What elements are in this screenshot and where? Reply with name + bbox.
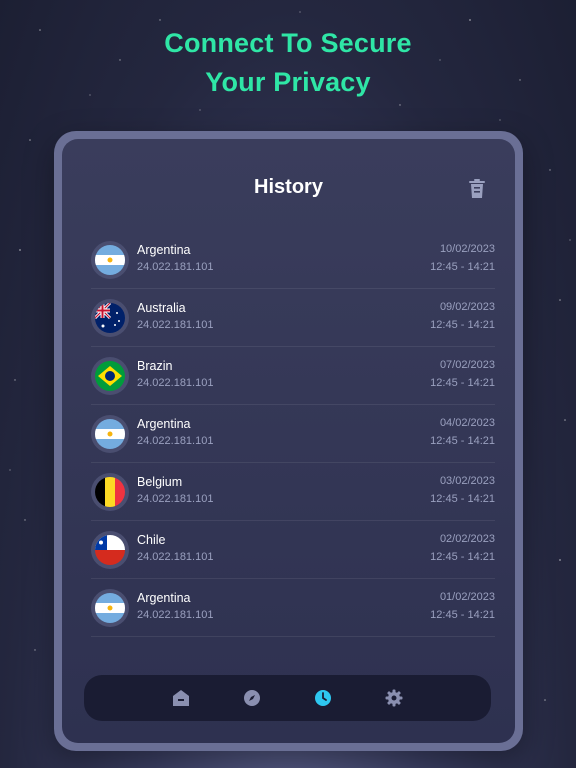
session-time: 12:45 - 14:21 (430, 493, 495, 505)
ip-address: 24.022.181.101 (137, 435, 214, 447)
device-frame: History Argentina 24.022.181.101 10/02/202… (54, 131, 523, 751)
headline-line-2: Your Privacy (205, 67, 371, 97)
session-date: 03/02/2023 (439, 475, 495, 487)
argentina-flag-icon (95, 419, 125, 449)
belgium-flag-icon (95, 477, 125, 507)
argentina-flag-icon (95, 593, 125, 623)
session-time: 12:45 - 14:21 (430, 609, 495, 621)
country-name: Argentina (137, 417, 191, 431)
ip-address: 24.022.181.101 (137, 551, 214, 563)
country-name: Argentina (137, 591, 191, 605)
history-row[interactable]: Australia 24.022.181.101 09/02/2023 12:45 -… (91, 289, 495, 347)
headline-line-1: Connect To Secure (164, 28, 412, 58)
history-list: Argentina 24.022.181.101 10/02/2023 12:45 -… (91, 231, 495, 637)
history-row[interactable]: Argentina 24.022.181.101 01/02/2023 12:45 -… (91, 579, 495, 637)
chile-flag-icon (95, 535, 125, 565)
session-date: 04/02/2023 (439, 417, 495, 429)
page-title: History (254, 176, 323, 198)
australia-flag-icon (95, 303, 125, 333)
country-name: Belgium (137, 475, 183, 489)
country-name: Argentina (137, 243, 191, 257)
brazil-flag-icon (95, 361, 125, 391)
flag-avatar (91, 241, 129, 279)
session-date: 01/02/2023 (439, 591, 495, 603)
history-row[interactable]: Brazin 24.022.181.101 07/02/2023 12:45 - 14… (91, 347, 495, 405)
history-row[interactable]: Argentina 24.022.181.101 04/02/2023 12:45 -… (91, 405, 495, 463)
session-time: 12:45 - 14:21 (430, 261, 495, 273)
flag-avatar (91, 357, 129, 395)
flag-avatar (91, 589, 129, 627)
session-date: 07/02/2023 (439, 359, 495, 371)
argentina-flag-icon (95, 245, 125, 275)
ip-address: 24.022.181.101 (137, 609, 214, 621)
history-row[interactable]: Belgium 24.022.181.101 03/02/2023 12:45 - 1… (91, 463, 495, 521)
session-time: 12:45 - 14:21 (430, 435, 495, 447)
history-screen: History Argentina 24.022.181.101 10/02/202… (62, 139, 515, 743)
session-time: 12:45 - 14:21 (430, 319, 495, 331)
headline: Connect To Secure Your Privacy (0, 24, 576, 102)
flag-avatar (91, 415, 129, 453)
session-date: 10/02/2023 (439, 243, 495, 255)
session-date: 02/02/2023 (439, 533, 495, 545)
clock-icon[interactable] (313, 688, 333, 708)
history-row[interactable]: Chile 24.022.181.101 02/02/2023 12:45 - 14:… (91, 521, 495, 579)
bottom-nav (84, 675, 491, 721)
country-name: Australia (137, 301, 186, 315)
ip-address: 24.022.181.101 (137, 261, 214, 273)
session-time: 12:45 - 14:21 (430, 377, 495, 389)
gear-icon[interactable] (384, 688, 404, 708)
flag-avatar (91, 473, 129, 511)
flag-avatar (91, 299, 129, 337)
session-date: 09/02/2023 (439, 301, 495, 313)
trash-icon[interactable] (468, 179, 486, 199)
home-icon[interactable] (171, 688, 191, 708)
history-row[interactable]: Argentina 24.022.181.101 10/02/2023 12:45 -… (91, 231, 495, 289)
ip-address: 24.022.181.101 (137, 377, 214, 389)
country-name: Brazin (137, 359, 173, 373)
country-name: Chile (137, 533, 166, 547)
session-time: 12:45 - 14:21 (430, 551, 495, 563)
compass-icon[interactable] (242, 688, 262, 708)
ip-address: 24.022.181.101 (137, 319, 214, 331)
ip-address: 24.022.181.101 (137, 493, 214, 505)
flag-avatar (91, 531, 129, 569)
